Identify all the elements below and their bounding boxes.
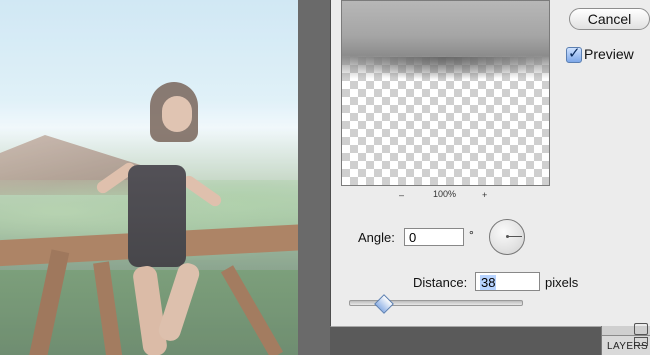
check-icon: ✓ — [568, 45, 581, 62]
zoom-in-button[interactable]: + — [482, 190, 487, 200]
angle-dial-icon[interactable] — [489, 219, 525, 255]
cancel-button[interactable]: Cancel — [569, 8, 650, 30]
distance-unit: pixels — [545, 275, 579, 290]
preview-checkbox[interactable]: ✓ — [566, 45, 582, 63]
panel-icon[interactable] — [634, 323, 648, 335]
distance-value-selected: 38 — [480, 275, 497, 290]
angle-input[interactable]: 0 — [404, 228, 464, 246]
degree-symbol: ° — [469, 228, 474, 242]
document-canvas[interactable] — [0, 0, 298, 355]
preview-zoom-controls: – 100% + — [341, 188, 548, 202]
angle-label: Angle: — [358, 230, 395, 245]
preview-blurred-image — [342, 1, 549, 81]
layers-tab-label[interactable]: LAYERS — [607, 341, 648, 352]
zoom-level: 100% — [433, 189, 457, 199]
photo-haze — [0, 0, 298, 355]
distance-input[interactable]: 38 — [475, 272, 540, 291]
zoom-out-button[interactable]: – — [399, 190, 404, 200]
angle-dial-indicator — [507, 236, 522, 237]
angle-dial-center — [506, 235, 509, 238]
distance-label: Distance: — [413, 275, 468, 290]
workspace-gutter — [298, 0, 330, 355]
preview-checkbox-label[interactable]: Preview — [584, 46, 634, 62]
filter-preview[interactable] — [341, 0, 550, 186]
